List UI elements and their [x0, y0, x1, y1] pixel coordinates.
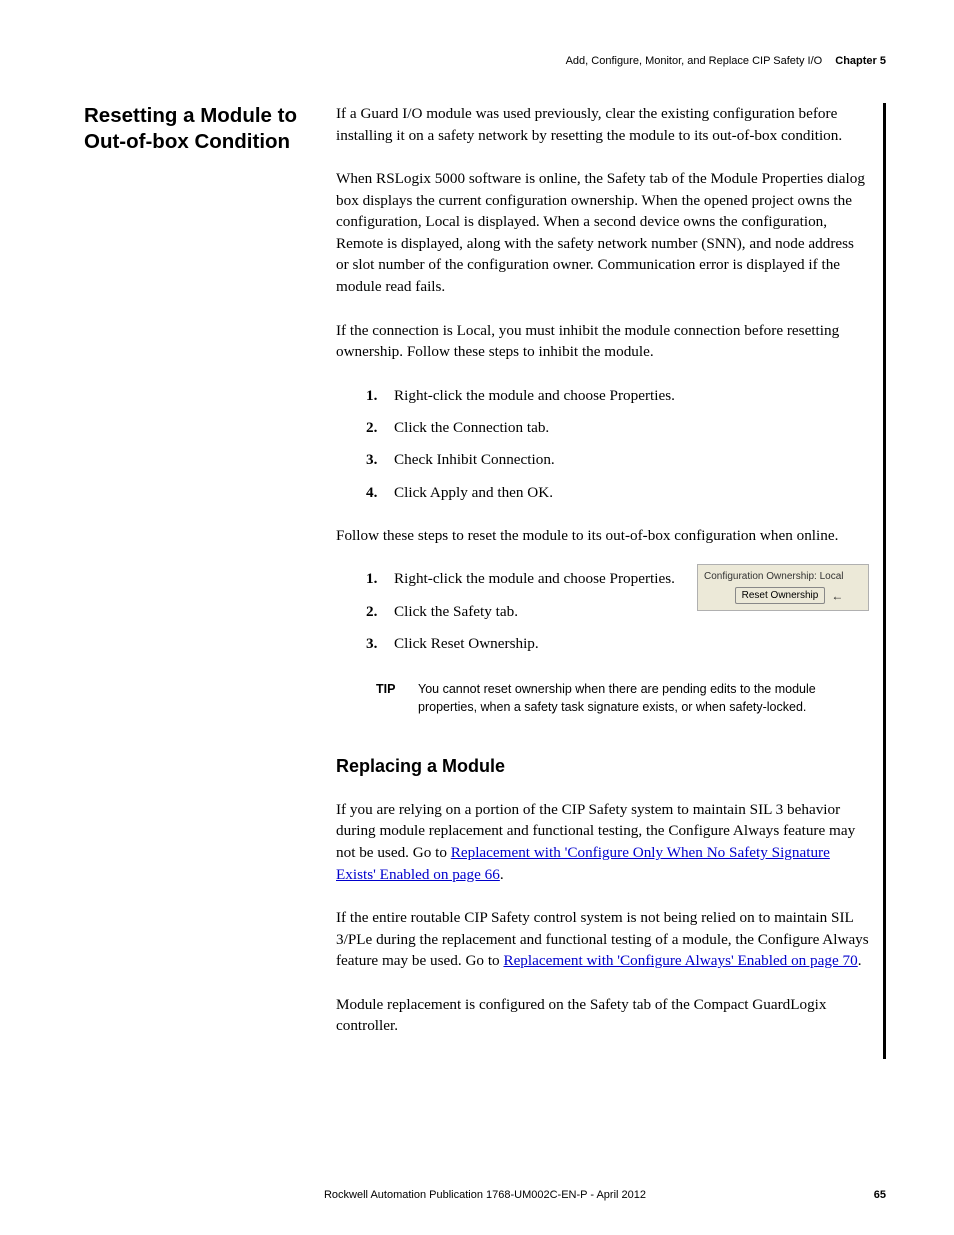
paragraph-1: If a Guard I/O module was used previousl…	[336, 103, 869, 146]
config-ownership-panel: Configuration Ownership: Local Reset Own…	[697, 564, 869, 611]
page-footer: Rockwell Automation Publication 1768-UM0…	[84, 1189, 886, 1201]
left-arrow-icon: ←	[831, 589, 843, 603]
list-item: 1.Right-click the module and choose Prop…	[366, 385, 869, 406]
reset-ownership-button[interactable]: Reset Ownership	[735, 587, 826, 604]
paragraph-5: If you are relying on a portion of the C…	[336, 799, 869, 885]
right-column: If a Guard I/O module was used previousl…	[336, 103, 869, 1059]
sub-heading-replacing: Replacing a Module	[336, 756, 869, 777]
paragraph-6: If the entire routable CIP Safety contro…	[336, 907, 869, 972]
list-item: 4.Click Apply and then OK.	[366, 482, 869, 503]
running-header: Add, Configure, Monitor, and Replace CIP…	[84, 55, 886, 67]
tip-text: You cannot reset ownership when there ar…	[418, 681, 869, 716]
tip-block: TIP You cannot reset ownership when ther…	[376, 681, 869, 716]
paragraph-7: Module replacement is configured on the …	[336, 994, 869, 1037]
reset-steps-list: 1.Right-click the module and choose Prop…	[366, 568, 685, 665]
list-item: 2.Click the Safety tab.	[366, 601, 685, 622]
link-configure-always[interactable]: Replacement with 'Configure Always' Enab…	[503, 952, 857, 969]
inhibit-steps-list: 1.Right-click the module and choose Prop…	[366, 385, 869, 503]
content-area: Resetting a Module to Out-of-box Conditi…	[84, 103, 886, 1059]
header-title: Add, Configure, Monitor, and Replace CIP…	[566, 55, 823, 67]
header-chapter: Chapter 5	[835, 55, 886, 67]
reset-steps-row: 1.Right-click the module and choose Prop…	[336, 568, 869, 677]
reset-button-row: Reset Ownership ←	[704, 587, 862, 604]
section-heading: Resetting a Module to Out-of-box Conditi…	[84, 103, 320, 154]
config-ownership-label: Configuration Ownership: Local	[704, 571, 862, 582]
list-item: 3.Click Reset Ownership.	[366, 633, 685, 654]
paragraph-4: Follow these steps to reset the module t…	[336, 525, 869, 547]
tip-label: TIP	[376, 681, 418, 716]
list-item: 3.Check Inhibit Connection.	[366, 449, 869, 470]
paragraph-3: If the connection is Local, you must inh…	[336, 320, 869, 363]
list-item: 2.Click the Connection tab.	[366, 417, 869, 438]
paragraph-2: When RSLogix 5000 software is online, th…	[336, 168, 869, 297]
publication-info: Rockwell Automation Publication 1768-UM0…	[124, 1189, 846, 1201]
page-number: 65	[846, 1189, 886, 1201]
list-item: 1.Right-click the module and choose Prop…	[366, 568, 685, 589]
left-column: Resetting a Module to Out-of-box Conditi…	[84, 103, 336, 154]
page-container: Add, Configure, Monitor, and Replace CIP…	[0, 0, 954, 1235]
